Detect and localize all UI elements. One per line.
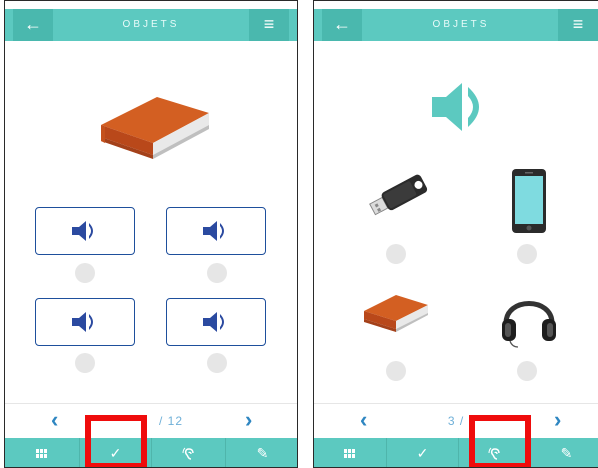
pager: ‹ 3 / ›: [314, 404, 598, 438]
audio-answer-button-2[interactable]: [166, 207, 266, 255]
page-title: OBJETS: [122, 19, 180, 30]
back-arrow-icon: ←: [333, 14, 351, 34]
pager: ‹ / 12 ›: [5, 404, 297, 438]
pencil-icon: ✎: [256, 445, 269, 461]
headphones-icon: [502, 301, 556, 348]
answer-radio-3[interactable]: [75, 353, 95, 373]
book-icon: [101, 97, 209, 159]
bottom-tab-bar: ✓ ✎: [314, 438, 598, 467]
pencil-icon: ✎: [560, 445, 573, 461]
highlight-box-check-tab: [85, 415, 147, 467]
header-bar: ← OBJETS ≡: [5, 9, 297, 41]
audio-answer-button-4[interactable]: [166, 298, 266, 346]
tab-edit[interactable]: ✎: [530, 438, 598, 467]
tab-check[interactable]: ✓: [386, 438, 458, 467]
next-page-button[interactable]: ›: [554, 407, 561, 433]
speaker-icon: [203, 312, 224, 332]
ear-icon: [182, 447, 194, 461]
highlight-box-listen-tab: [469, 415, 531, 467]
book-icon: [364, 295, 428, 332]
phone-screen-right: ← OBJETS ≡ ‹ 3 / › ✓ ✎: [313, 0, 598, 468]
usb-drive-icon: [369, 174, 428, 216]
page-counter: / 12: [158, 414, 183, 428]
speaker-icon: [203, 221, 224, 241]
menu-button[interactable]: ≡: [249, 9, 289, 41]
phone-screen-left: ← OBJETS ≡ ‹ / 12 › ✓ ✎: [4, 0, 298, 468]
answer-radio-1[interactable]: [386, 244, 406, 264]
speaker-icon: [72, 312, 93, 332]
answer-radio-4[interactable]: [207, 353, 227, 373]
answer-radio-4[interactable]: [517, 361, 537, 381]
check-icon: ✓: [416, 445, 429, 461]
tab-grid[interactable]: [314, 438, 386, 467]
page-title: OBJETS: [432, 19, 490, 30]
audio-answer-button-1[interactable]: [35, 207, 135, 255]
answer-radio-1[interactable]: [75, 263, 95, 283]
next-page-button[interactable]: ›: [245, 407, 252, 433]
answer-radio-2[interactable]: [207, 263, 227, 283]
grid-icon: [344, 449, 355, 459]
back-button[interactable]: ←: [322, 9, 362, 41]
hamburger-icon: ≡: [263, 14, 275, 34]
back-button[interactable]: ←: [13, 9, 53, 41]
smartphone-icon: [512, 169, 546, 233]
hamburger-icon: ≡: [572, 14, 584, 34]
speaker-icon[interactable]: [430, 81, 494, 133]
header-bar: ← OBJETS ≡: [314, 9, 598, 41]
tab-listen[interactable]: [151, 438, 225, 467]
tab-edit[interactable]: ✎: [225, 438, 297, 467]
tab-grid[interactable]: [5, 438, 79, 467]
bottom-tab-bar: ✓ ✎: [5, 438, 297, 467]
back-arrow-icon: ←: [24, 14, 42, 34]
speaker-icon: [72, 221, 93, 241]
menu-button[interactable]: ≡: [558, 9, 598, 41]
answer-radio-3[interactable]: [386, 361, 406, 381]
grid-icon: [36, 449, 47, 459]
answer-radio-2[interactable]: [517, 244, 537, 264]
audio-answer-button-3[interactable]: [35, 298, 135, 346]
